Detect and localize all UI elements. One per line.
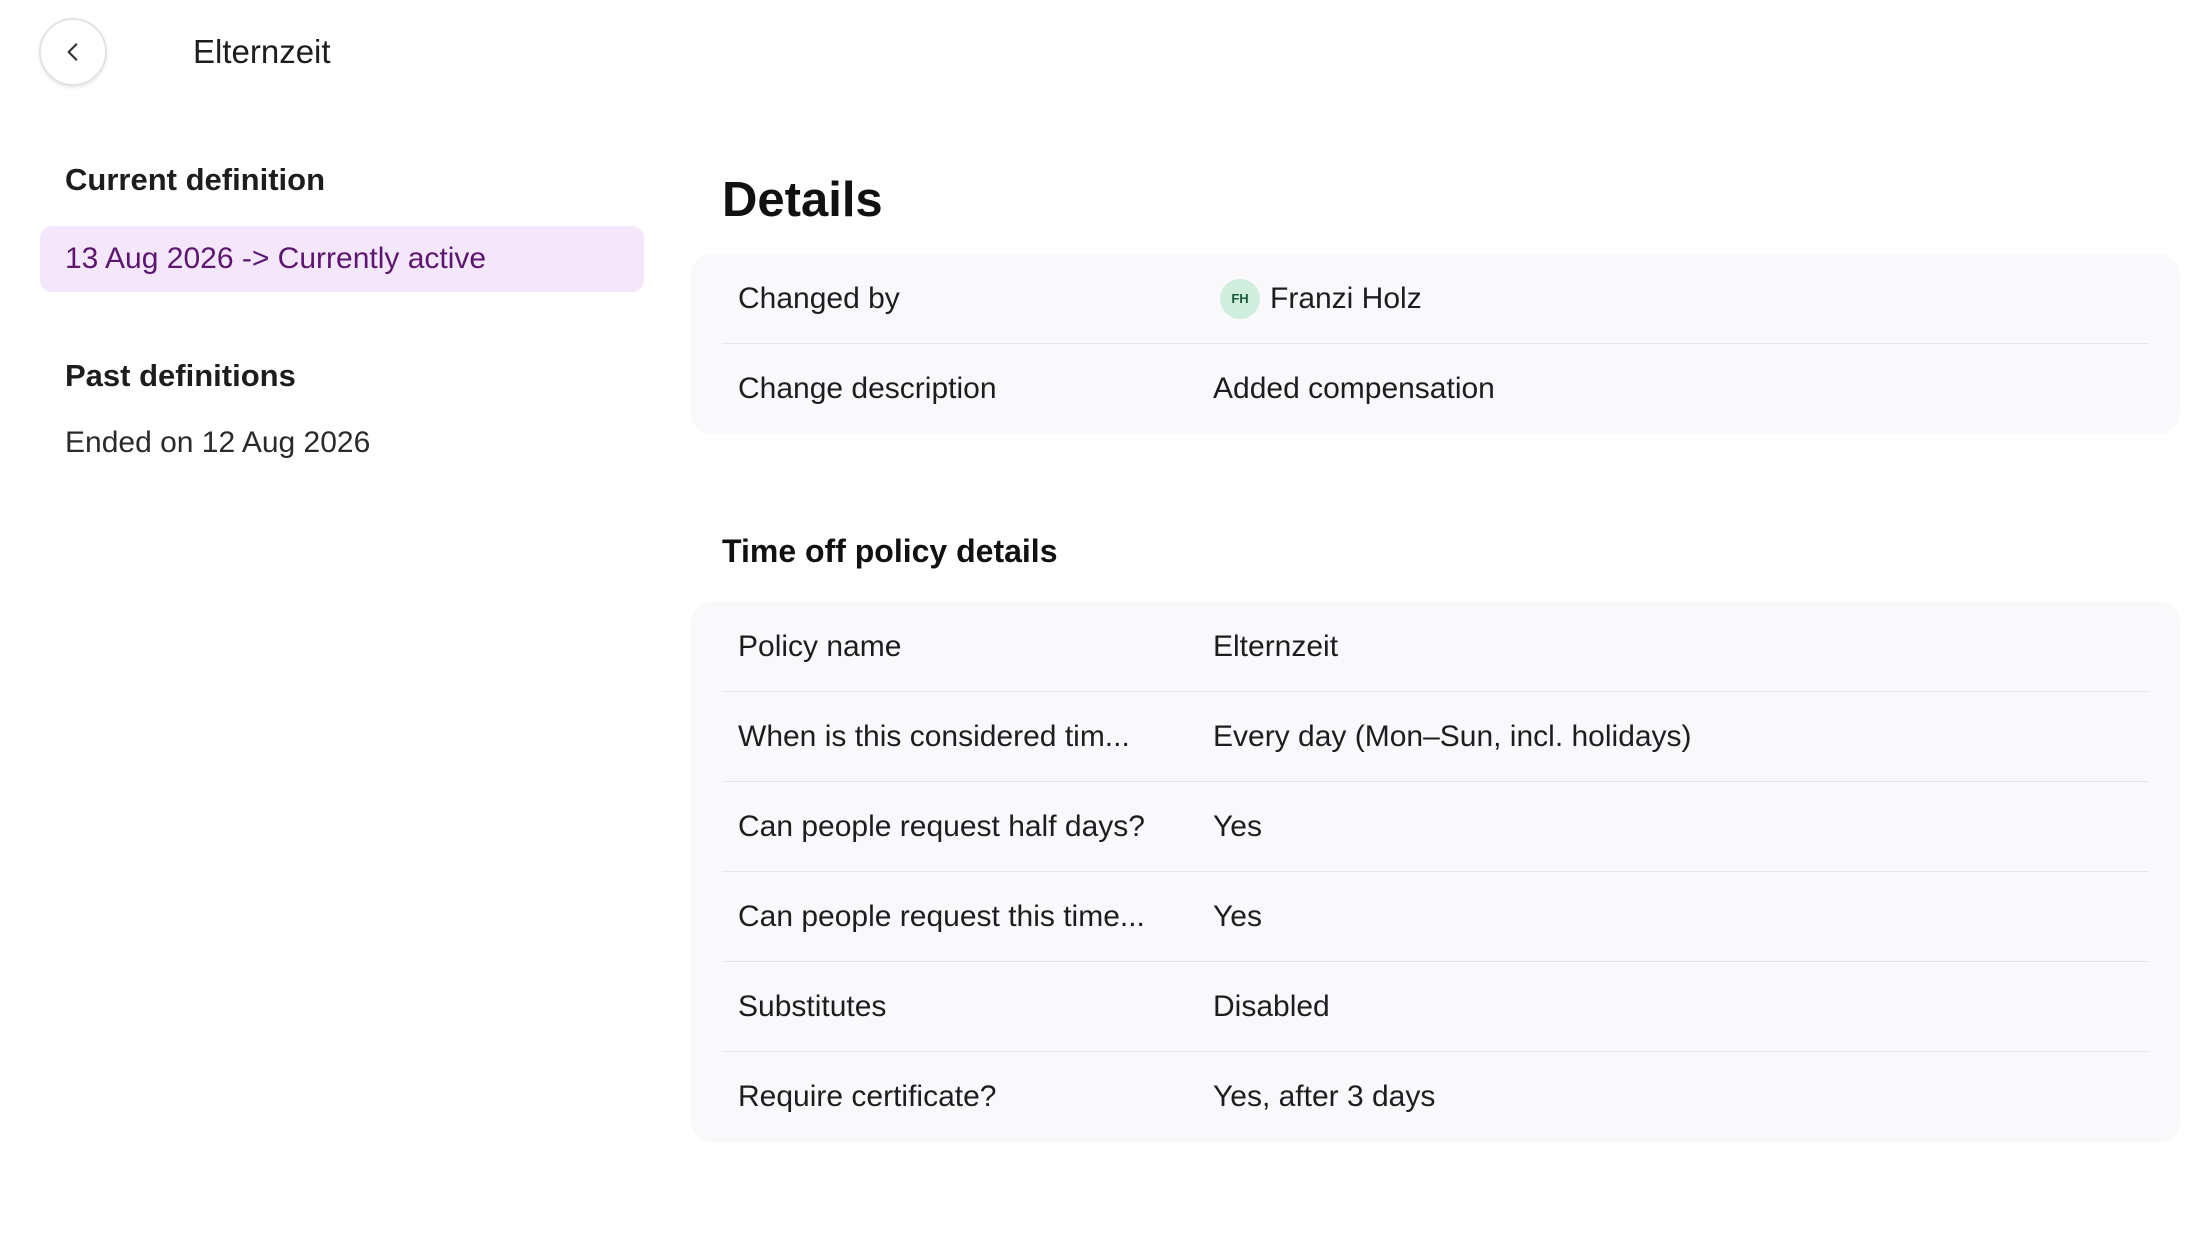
row-label: Can people request half days? — [738, 809, 1145, 843]
row-value: Yes, after 3 days — [1213, 1080, 1436, 1113]
row-label: Require certificate? — [738, 1080, 997, 1113]
policy-row: Can people request half days? Yes — [722, 782, 2148, 872]
policy-section-title: Time off policy details — [722, 533, 1058, 569]
top-bar: Elternzeit — [0, 0, 2206, 106]
details-title: Details — [722, 173, 883, 227]
row-value: Every day (Mon–Sun, incl. holidays) — [1213, 719, 1692, 753]
changed-by-name: Franzi Holz — [1270, 281, 1422, 315]
row-label: Can people request this time... — [738, 899, 1145, 933]
row-label: Policy name — [738, 629, 902, 663]
details-card: Changed by FH Franzi Holz Change descrip… — [690, 254, 2180, 434]
policy-row: Require certificate? Yes, after 3 days — [722, 1052, 2148, 1142]
row-value: Disabled — [1213, 989, 1330, 1023]
change-description-row: Change description Added compensation — [722, 344, 2148, 434]
policy-row: Can people request this time... Yes — [722, 872, 2148, 962]
policy-row: When is this considered tim... Every day… — [722, 692, 2148, 782]
row-value: Added compensation — [1213, 372, 1495, 405]
back-button[interactable] — [39, 18, 107, 86]
definitions-sidebar: Current definition 13 Aug 2026 -> Curren… — [40, 160, 644, 464]
avatar: FH — [1220, 278, 1260, 319]
past-definition-item[interactable]: Ended on 12 Aug 2026 — [40, 422, 644, 464]
past-definitions-heading: Past definitions — [65, 358, 296, 393]
policy-row: Policy name Elternzeit — [722, 602, 2148, 692]
current-definition-item[interactable]: 13 Aug 2026 -> Currently active — [40, 226, 644, 292]
row-value: FH Franzi Holz — [1213, 278, 1422, 319]
current-definition-heading: Current definition — [65, 162, 326, 197]
row-value: Elternzeit — [1213, 629, 1339, 663]
row-value: Yes — [1213, 809, 1262, 843]
chevron-left-icon — [67, 43, 78, 61]
policy-row: Substitutes Disabled — [722, 962, 2148, 1052]
row-label: Substitutes — [738, 989, 887, 1023]
row-label: Changed by — [738, 281, 900, 315]
changed-by-row: Changed by FH Franzi Holz — [722, 254, 2148, 344]
row-label: When is this considered tim... — [738, 719, 1130, 753]
policy-details-card: Policy name Elternzeit When is this cons… — [690, 602, 2180, 1142]
page-title: Elternzeit — [193, 33, 331, 70]
row-label: Change description — [738, 372, 997, 405]
row-value: Yes — [1213, 899, 1262, 933]
main-content: Details Changed by FH Franzi Holz Change… — [690, 170, 2180, 1142]
